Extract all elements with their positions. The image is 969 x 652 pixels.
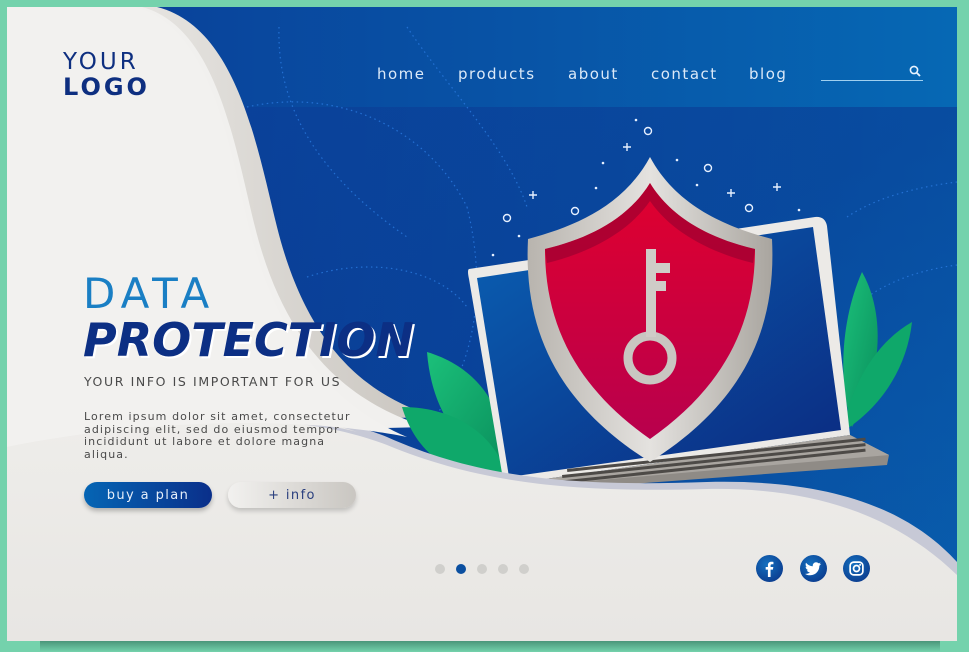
logo[interactable]: YOUR LOGO xyxy=(63,49,150,101)
frame-shadow xyxy=(40,641,940,652)
carousel-dot-2[interactable] xyxy=(456,564,466,574)
search-icon[interactable] xyxy=(909,65,921,77)
nav-item-blog[interactable]: blog xyxy=(749,65,787,83)
logo-line1: YOUR xyxy=(63,49,139,75)
nav-item-contact[interactable]: contact xyxy=(651,65,718,83)
more-info-button[interactable]: + info xyxy=(228,482,356,508)
hero-title-line1: DATA xyxy=(83,269,216,318)
facebook-link[interactable] xyxy=(756,555,783,582)
instagram-link[interactable] xyxy=(843,555,870,582)
landing-page-card: YOUR LOGO home products about contact bl… xyxy=(7,7,957,641)
search-box xyxy=(821,63,923,81)
twitter-icon xyxy=(805,562,821,576)
carousel-pagination xyxy=(435,564,529,574)
nav-item-products[interactable]: products xyxy=(458,65,536,83)
logo-line2: LOGO xyxy=(63,73,150,101)
hero-body-text: Lorem ipsum dolor sit amet, consectetur … xyxy=(84,410,351,461)
carousel-dot-4[interactable] xyxy=(498,564,508,574)
buy-a-plan-button[interactable]: buy a plan xyxy=(84,482,212,508)
hero-subtitle: YOUR INFO IS IMPORTANT FOR US xyxy=(84,374,342,389)
twitter-link[interactable] xyxy=(800,555,827,582)
carousel-dot-5[interactable] xyxy=(519,564,529,574)
nav-item-about[interactable]: about xyxy=(568,65,619,83)
nav-item-home[interactable]: home xyxy=(377,65,426,83)
carousel-dot-3[interactable] xyxy=(477,564,487,574)
hero-title-line2: PROTECTION xyxy=(83,313,414,367)
facebook-icon xyxy=(765,561,774,577)
carousel-dot-1[interactable] xyxy=(435,564,445,574)
instagram-icon xyxy=(849,561,864,576)
search-input[interactable] xyxy=(821,63,905,79)
